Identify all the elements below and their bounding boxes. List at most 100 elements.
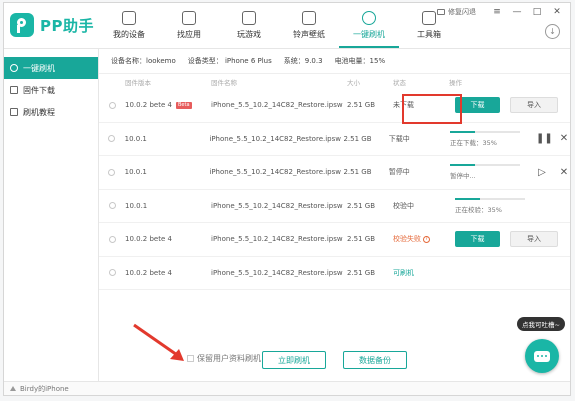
col-size: 大小 <box>347 79 360 87</box>
keep-data-checkbox[interactable] <box>187 355 194 362</box>
row-name: iPhone_5.5_10.2_14C82_Restore.ipsw <box>209 134 341 143</box>
sidebar-item-label: 刷机教程 <box>23 107 55 117</box>
row-state-error: 校验失败? <box>393 234 449 244</box>
cancel-icon[interactable]: ✕ <box>558 167 570 178</box>
row-size: 2.51 GB <box>347 235 376 244</box>
nav-find-apps[interactable]: 找应用 <box>159 3 219 48</box>
table-header: 固件版本 固件名称 大小 状态 操作 <box>99 75 570 89</box>
progress-text: 暂停中... <box>450 172 476 181</box>
nav-games[interactable]: 玩游戏 <box>219 3 279 48</box>
main-nav: 我的设备 找应用 玩游戏 铃声壁纸 一键刷机 工具箱 <box>99 3 459 48</box>
row-state: 校验中 <box>393 201 414 210</box>
keep-data-label: 保留用户资料刷机 <box>197 354 261 363</box>
device-battery: 电池电量：15% <box>334 57 386 65</box>
refresh-icon <box>362 11 376 25</box>
progress-bar <box>450 130 520 133</box>
nav-label: 一键刷机 <box>353 30 385 39</box>
row-state: 可刷机 <box>393 268 414 277</box>
gamepad-icon <box>242 11 256 25</box>
nav-label: 我的设备 <box>113 30 145 39</box>
col-state: 状态 <box>393 79 406 87</box>
import-button[interactable]: 导入 <box>510 231 558 248</box>
device-type: 设备类型： iPhone 6 Plus <box>187 57 272 65</box>
table-row[interactable]: 10.0.2 bete 4 iPhone_5.5_10.2_14C82_Rest… <box>99 223 570 257</box>
progress-fill <box>450 164 475 167</box>
row-radio[interactable] <box>108 202 116 210</box>
app-window: PP助手 我的设备 找应用 玩游戏 铃声壁纸 一键刷机 工具箱 修复闪退 ≡ —… <box>3 2 571 396</box>
table-row[interactable]: 10.0.2 bete 4 Beta iPhone_5.5_10.2_14C82_… <box>99 89 570 123</box>
row-version: 10.0.1 <box>124 168 147 177</box>
row-radio[interactable] <box>108 269 116 277</box>
row-radio[interactable] <box>108 101 116 109</box>
toolbox-icon <box>422 11 436 25</box>
row-name: iPhone_5.5_10.2_14C82_Restore.ipsw <box>211 101 343 110</box>
window-controls: 修复闪退 ≡ — □ ✕ <box>437 7 564 17</box>
progress: 暂停中... <box>450 164 520 180</box>
device-system: 系统：9.0.3 <box>283 57 323 65</box>
download-manager-icon[interactable]: ↓ <box>545 24 560 39</box>
row-name: iPhone_5.5_10.2_14C82_Restore.ipsw <box>211 268 343 277</box>
bell-icon <box>302 11 316 25</box>
col-version: 固件版本 <box>125 79 151 87</box>
fix-crash-link[interactable]: 修复闪退 <box>437 7 476 17</box>
firmware-icon <box>10 86 18 94</box>
nav-my-device[interactable]: 我的设备 <box>99 3 159 48</box>
row-name: iPhone_5.5_10.2_14C82_Restore.ipsw <box>211 235 343 244</box>
progress-text: 正在校验：35% <box>455 205 502 214</box>
row-version: 10.0.1 <box>124 134 147 143</box>
eject-icon <box>10 386 16 391</box>
logo: PP助手 <box>10 13 94 37</box>
row-version: 10.0.1 <box>125 201 148 210</box>
table-row[interactable]: 10.0.2 bete 4 iPhone_5.5_10.2_14C82_Rest… <box>99 257 570 290</box>
chat-button[interactable] <box>525 339 559 373</box>
progress: 正在下载：35% <box>450 130 520 147</box>
close-button[interactable]: ✕ <box>550 7 564 17</box>
connected-device: Birdy的iPhone <box>20 384 69 393</box>
row-size: 2.51 GB <box>347 101 376 110</box>
nav-ringtones[interactable]: 铃声壁纸 <box>279 3 339 48</box>
progress-bar <box>455 197 525 200</box>
download-button[interactable]: 下载 <box>455 231 500 248</box>
maximize-button[interactable]: □ <box>530 7 544 17</box>
play-icon[interactable]: ▷ <box>536 167 548 178</box>
import-button[interactable]: 导入 <box>510 97 558 114</box>
sidebar: 一键刷机 固件下载 刷机教程 <box>4 49 99 381</box>
sidebar-item-flash[interactable]: 一键刷机 <box>4 57 98 79</box>
row-radio[interactable] <box>108 235 116 243</box>
fix-crash-label: 修复闪退 <box>448 8 476 16</box>
table-row[interactable]: 10.0.1 iPhone_5.5_10.2_14C82_Restore.ips… <box>99 190 570 223</box>
row-state: 校验失败 <box>393 235 421 244</box>
row-state: 下载中 <box>388 134 410 143</box>
app-name: PP助手 <box>40 16 94 35</box>
progress: 正在校验：35% <box>455 197 525 214</box>
flash-icon <box>10 64 18 72</box>
phone-icon <box>122 11 136 25</box>
progress-text: 正在下载：35% <box>450 138 497 147</box>
help-icon[interactable]: ? <box>423 235 430 243</box>
nav-label: 找应用 <box>177 30 201 39</box>
pause-icon[interactable]: ❚❚ <box>536 133 553 144</box>
table-row[interactable]: 10.0.1 iPhone_5.5_10.2_14C82_Restore.ips… <box>99 156 570 190</box>
nav-label: 工具箱 <box>417 30 441 39</box>
row-name: iPhone_5.5_10.2_14C82_Restore.ipsw <box>211 201 343 210</box>
backup-button[interactable]: 数据备份 <box>343 351 407 369</box>
keep-data-option[interactable]: 保留用户资料刷机 <box>187 353 261 364</box>
row-radio[interactable] <box>108 168 116 176</box>
feedback-icon <box>437 9 445 15</box>
table-row[interactable]: 10.0.1 iPhone_5.5_10.2_14C82_Restore.ips… <box>99 123 570 156</box>
sidebar-item-tutorial[interactable]: 刷机教程 <box>4 101 98 123</box>
row-radio[interactable] <box>108 135 116 143</box>
nav-flash[interactable]: 一键刷机 <box>339 3 399 48</box>
flash-now-button[interactable]: 立即刷机 <box>262 351 326 369</box>
row-version: 10.0.2 bete 4 <box>125 101 172 110</box>
minimize-button[interactable]: — <box>510 7 524 17</box>
row-version: 10.0.2 bete 4 <box>125 268 172 277</box>
status-bar: Birdy的iPhone <box>4 381 570 395</box>
device-name: 设备名称：lookemo <box>111 57 176 65</box>
menu-button[interactable]: ≡ <box>490 7 504 17</box>
sidebar-item-firmware[interactable]: 固件下载 <box>4 79 98 101</box>
cancel-icon[interactable]: ✕ <box>558 133 570 144</box>
book-icon <box>10 108 18 116</box>
sidebar-item-label: 固件下载 <box>23 85 55 95</box>
progress-bar <box>450 164 520 167</box>
